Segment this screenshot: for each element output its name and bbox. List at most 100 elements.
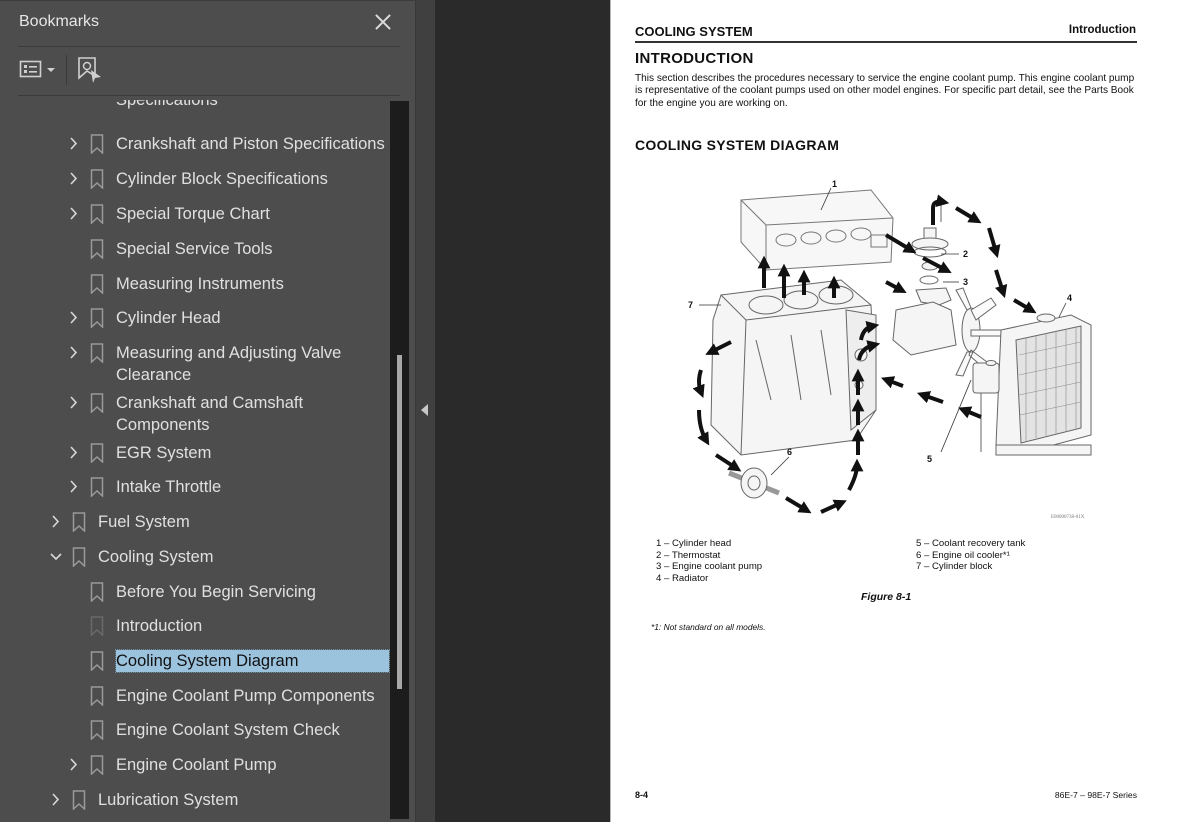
bookmarks-panel: Bookmarks Specifications Crankshaft and P… bbox=[0, 0, 415, 822]
bookmark-icon bbox=[90, 686, 104, 706]
find-current-bookmark-button[interactable] bbox=[76, 56, 104, 84]
bookmark-icon bbox=[90, 308, 104, 328]
bookmark-item[interactable]: Lubrication System bbox=[0, 788, 390, 814]
bookmark-item[interactable]: Intake Throttle bbox=[0, 475, 390, 501]
recovery-tank-illustration bbox=[972, 360, 1000, 452]
bookmark-icon bbox=[90, 204, 104, 224]
bookmark-icon bbox=[90, 393, 104, 413]
callout-5: 5 bbox=[927, 454, 932, 464]
callout-6: 6 bbox=[787, 447, 792, 457]
bookmark-icon bbox=[90, 651, 104, 671]
legend-left: 1 – Cylinder head 2 – Thermostat 3 – Eng… bbox=[656, 538, 762, 584]
chevron-right-icon[interactable] bbox=[66, 310, 82, 326]
introduction-paragraph: This section describes the procedures ne… bbox=[635, 73, 1135, 109]
chevron-right-icon[interactable] bbox=[66, 171, 82, 187]
bookmark-item[interactable]: Special Service Tools bbox=[0, 237, 390, 263]
chevron-down-icon[interactable] bbox=[48, 549, 64, 565]
chevron-right-icon[interactable] bbox=[66, 206, 82, 222]
bookmark-label: EGR System bbox=[116, 444, 212, 462]
callout-2: 2 bbox=[963, 249, 968, 259]
bookmark-icon bbox=[90, 239, 104, 259]
bookmark-icon bbox=[90, 582, 104, 602]
find-current-bookmark-icon bbox=[78, 57, 101, 83]
bookmark-icon bbox=[72, 512, 86, 532]
bookmark-icon bbox=[90, 443, 104, 463]
page-number: 8-4 bbox=[635, 790, 649, 800]
bookmark-scrollbar-thumb[interactable] bbox=[397, 355, 402, 689]
bookmark-label: Engine Coolant Pump Components bbox=[116, 687, 375, 705]
bookmark-item[interactable]: Cooling System bbox=[0, 545, 390, 571]
bookmark-item[interactable]: Introduction bbox=[0, 614, 390, 640]
cylinder-head-illustration bbox=[740, 189, 894, 271]
header-divider bbox=[18, 46, 400, 47]
panel-title: Bookmarks bbox=[19, 13, 100, 30]
bookmark-label: Fuel System bbox=[98, 513, 190, 531]
bookmark-label: Lubrication System bbox=[98, 791, 239, 809]
bookmark-label-continued: Clearance bbox=[116, 366, 192, 384]
legend-item: 2 – Thermostat bbox=[656, 549, 721, 561]
footnote: *1: Not standard on all models. bbox=[651, 622, 766, 632]
chevron-right-icon[interactable] bbox=[48, 514, 64, 530]
bookmark-label: Engine Coolant Pump bbox=[116, 756, 277, 774]
callout-1: 1 bbox=[832, 179, 837, 189]
bookmark-label: Cylinder Block Specifications bbox=[116, 170, 328, 188]
bookmark-label: Cooling System bbox=[98, 548, 214, 566]
bookmark-label: Cooling System Diagram bbox=[115, 649, 390, 673]
bookmark-item[interactable]: Cylinder Block Specifications bbox=[0, 167, 390, 193]
toolbar-divider bbox=[18, 95, 400, 96]
chevron-right-icon[interactable] bbox=[66, 395, 82, 411]
pdf-viewer: Bookmarks Specifications Crankshaft and P… bbox=[0, 0, 1200, 822]
bookmark-icon bbox=[72, 790, 86, 810]
collapse-panel-arrow-icon[interactable] bbox=[421, 404, 428, 416]
chevron-right-icon[interactable] bbox=[66, 345, 82, 361]
header-rule bbox=[635, 41, 1137, 43]
bookmark-label: Engine Coolant System Check bbox=[116, 721, 340, 739]
bookmark-item[interactable]: Fuel System bbox=[0, 510, 390, 536]
bookmark-item[interactable]: Cooling System Diagram bbox=[0, 649, 390, 675]
series-footer: 86E-7 – 98E-7 Series bbox=[1054, 790, 1137, 800]
bookmark-label: Introduction bbox=[116, 617, 203, 635]
bookmark-label: Special Service Tools bbox=[116, 240, 273, 258]
legend-item: 4 – Radiator bbox=[656, 572, 709, 584]
bookmark-item[interactable]: Before You Begin Servicing bbox=[0, 580, 390, 606]
bookmark-item[interactable]: Cylinder Head bbox=[0, 306, 390, 332]
chevron-right-icon[interactable] bbox=[48, 792, 64, 808]
toolbar-separator bbox=[66, 55, 67, 85]
callout-4: 4 bbox=[1067, 293, 1072, 303]
bookmark-options-button[interactable] bbox=[19, 58, 59, 82]
chevron-right-icon[interactable] bbox=[66, 445, 82, 461]
bookmark-label: Intake Throttle bbox=[116, 478, 222, 496]
chevron-right-icon[interactable] bbox=[66, 136, 82, 152]
close-panel-button[interactable] bbox=[372, 11, 394, 33]
bookmark-item[interactable]: EGR System bbox=[0, 441, 390, 467]
legend-item: 5 – Coolant recovery tank bbox=[916, 538, 1026, 549]
bookmark-label: Before You Begin Servicing bbox=[116, 583, 316, 601]
bookmark-tree: Specifications Crankshaft and Piston Spec… bbox=[0, 100, 390, 822]
bookmark-label: Measuring and Adjusting Valve bbox=[116, 344, 342, 362]
diagram-heading: COOLING SYSTEM DIAGRAM bbox=[635, 137, 840, 153]
bookmark-item[interactable]: Engine Coolant System Check bbox=[0, 718, 390, 744]
bookmark-label: Crankshaft and Camshaft bbox=[116, 394, 304, 412]
bookmark-item[interactable]: Measuring Instruments bbox=[0, 272, 390, 298]
bookmark-item[interactable]: Specifications bbox=[0, 100, 390, 114]
bookmark-label: Measuring Instruments bbox=[116, 275, 284, 293]
chevron-right-icon[interactable] bbox=[66, 757, 82, 773]
bookmark-item[interactable]: Measuring and Adjusting Valve Clearance bbox=[0, 341, 390, 387]
cooling-system-diagram: 1 2 3 4 5 6 7 E00000738-01X bbox=[688, 179, 1092, 520]
bookmark-icon bbox=[90, 616, 104, 636]
bookmark-item[interactable]: Special Torque Chart bbox=[0, 202, 390, 228]
bookmark-item[interactable]: Crankshaft and Piston Specifications bbox=[0, 132, 390, 158]
chevron-right-icon[interactable] bbox=[66, 479, 82, 495]
introduction-heading: INTRODUCTION bbox=[635, 50, 754, 67]
bookmark-item[interactable]: Crankshaft and Camshaft Components bbox=[0, 391, 390, 437]
bookmark-item[interactable]: Engine Coolant Pump Components bbox=[0, 684, 390, 710]
running-header-topic: Introduction bbox=[1068, 24, 1136, 36]
cylinder-block-illustration bbox=[710, 279, 877, 456]
bookmark-label: Specifications bbox=[116, 100, 218, 109]
legend-right: 5 – Coolant recovery tank 6 – Engine oil… bbox=[916, 538, 1025, 573]
bookmark-icon bbox=[90, 134, 104, 154]
bookmark-icon bbox=[90, 755, 104, 775]
diagram-id: E00000738-01X bbox=[1051, 515, 1085, 520]
bookmark-icon bbox=[90, 343, 104, 363]
bookmark-item[interactable]: Engine Coolant Pump bbox=[0, 753, 390, 779]
